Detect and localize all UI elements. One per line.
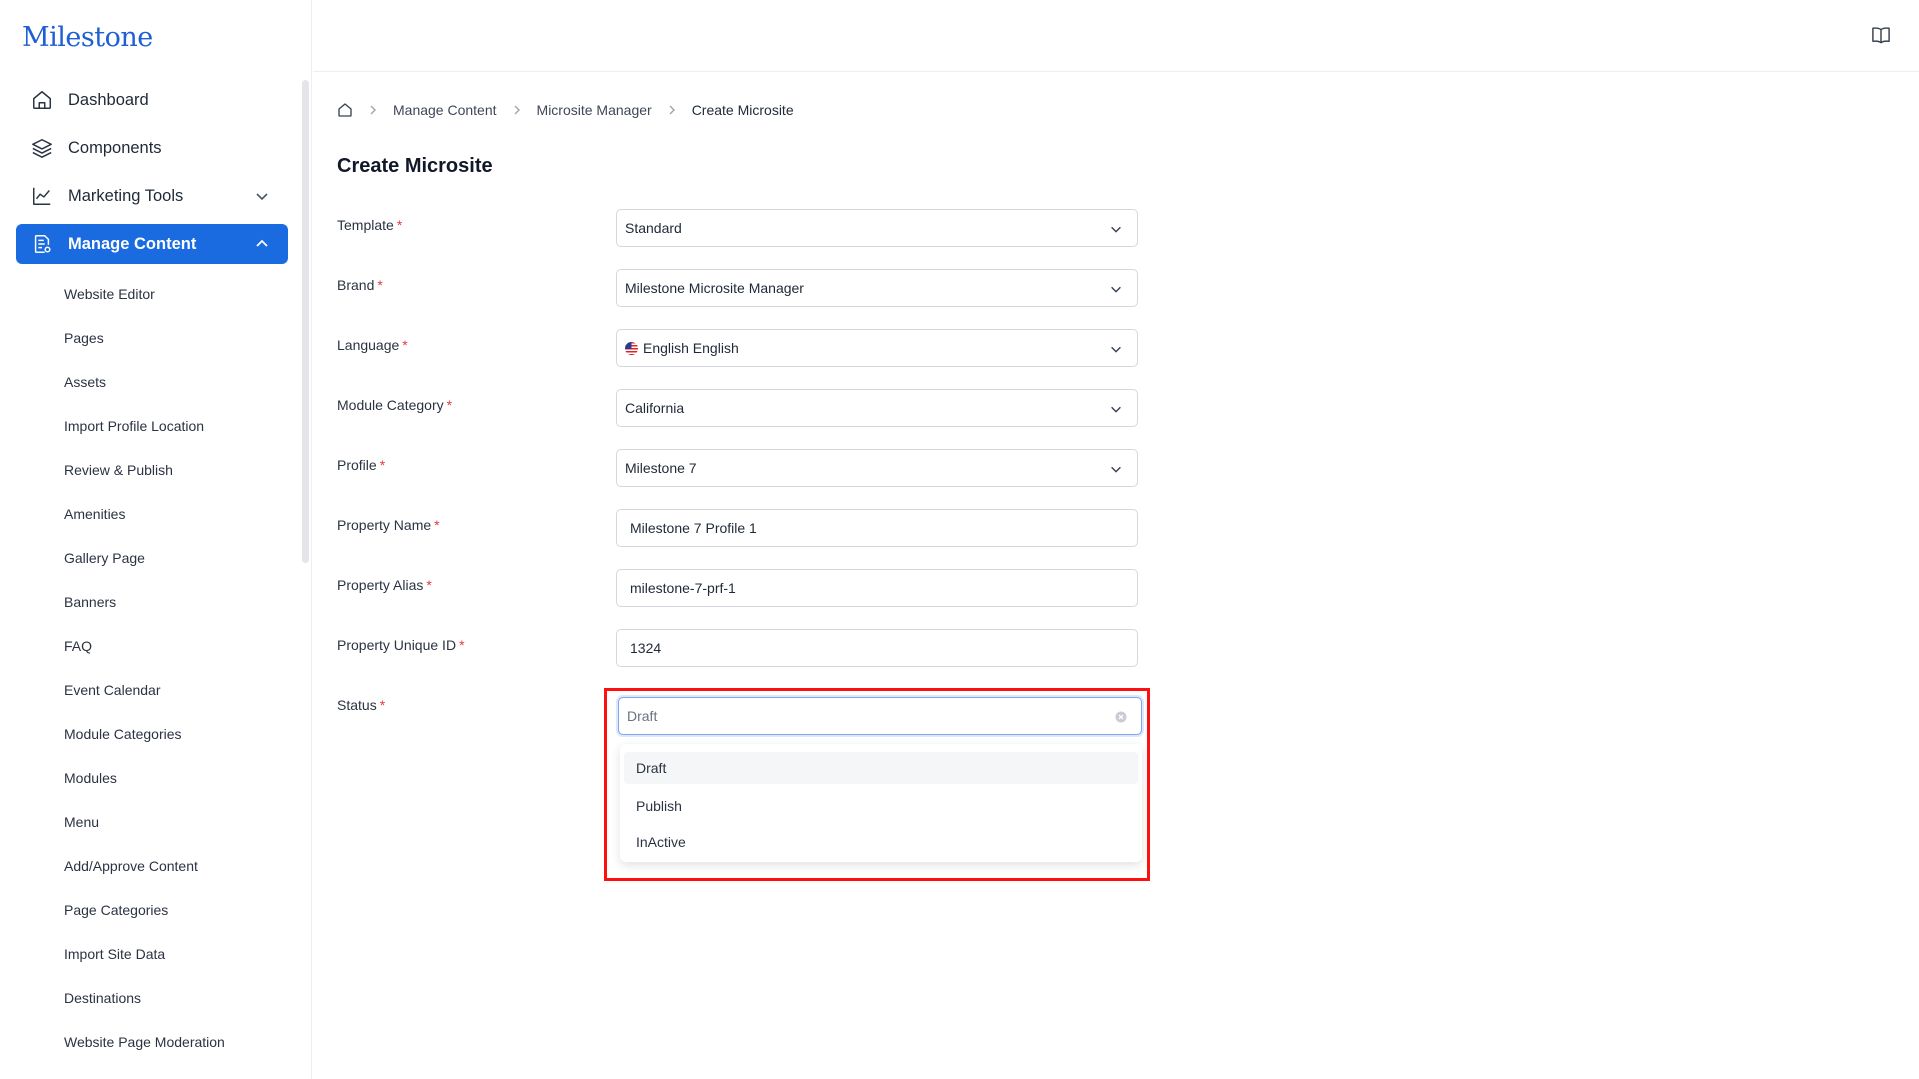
field-label: Property Alias * (337, 577, 432, 593)
sidebar-subitem-assets[interactable]: Assets (64, 364, 294, 408)
home-icon (30, 88, 54, 112)
select-value: Standard (625, 220, 682, 236)
field-label: Brand * (337, 277, 383, 293)
profile-select[interactable]: Milestone 7 (616, 449, 1138, 487)
sidebar-subitem-review-publish[interactable]: Review & Publish (64, 452, 294, 496)
form-row-profile: Profile * Milestone 7 (337, 449, 1138, 497)
chevron-right-icon (514, 105, 520, 115)
property-unique-id-input[interactable]: 1324 (616, 629, 1138, 667)
sidebar-subitem-banners[interactable]: Banners (64, 584, 294, 628)
breadcrumb-microsite-manager[interactable]: Microsite Manager (537, 102, 652, 118)
form-row-brand: Brand * Milestone Microsite Manager (337, 269, 1138, 317)
chevron-down-icon (1111, 286, 1121, 293)
sidebar-subitem-add-approve-content[interactable]: Add/Approve Content (64, 848, 294, 892)
sidebar-subitem-import-profile-location[interactable]: Import Profile Location (64, 408, 294, 452)
form-row-language: Language * English English (337, 329, 1138, 377)
input-value: 1324 (630, 640, 662, 656)
us-flag-icon (625, 341, 638, 355)
input-value: milestone-7-prf-1 (630, 580, 736, 596)
sidebar-subitem-faq[interactable]: FAQ (64, 628, 294, 672)
property-alias-input[interactable]: milestone-7-prf-1 (616, 569, 1138, 607)
sidebar-item-label: Manage Content (68, 234, 197, 253)
language-select[interactable]: English English (616, 329, 1138, 367)
status-option-publish[interactable]: Publish (624, 788, 1138, 824)
sidebar-item-label: Components (68, 138, 162, 157)
status-dropdown-menu: Draft Publish InActive (620, 744, 1142, 862)
sidebar-subitem-gallery-page[interactable]: Gallery Page (64, 540, 294, 584)
form-row-property-name: Property Name * Milestone 7 Profile 1 (337, 509, 1138, 557)
chart-line-icon (30, 184, 54, 208)
field-label: Status * (337, 697, 386, 713)
sidebar-subitem-import-site-data[interactable]: Import Site Data (64, 936, 294, 980)
sidebar-item-dashboard[interactable]: Dashboard (16, 80, 288, 120)
status-option-draft[interactable]: Draft (624, 752, 1138, 784)
chevron-down-icon (1111, 466, 1121, 473)
sidebar-subitem-event-calendar[interactable]: Event Calendar (64, 672, 294, 716)
status-select[interactable]: Draft (618, 697, 1142, 735)
sidebar-subitem-website-page-moderation[interactable]: Website Page Moderation (64, 1024, 294, 1068)
field-label: Template * (337, 217, 403, 233)
chevron-right-icon (370, 105, 376, 115)
sidebar-item-marketing-tools[interactable]: Marketing Tools (16, 176, 288, 216)
form-row-template: Template * Standard (337, 209, 1138, 257)
sidebar-subitem-destinations[interactable]: Destinations (64, 980, 294, 1024)
module-category-select[interactable]: California (616, 389, 1138, 427)
sidebar-scrollbar[interactable] (302, 80, 309, 563)
select-value: English English (643, 340, 739, 356)
sidebar-subitem-page-categories[interactable]: Page Categories (64, 892, 294, 936)
app-logo[interactable]: Milestone (22, 22, 153, 53)
field-label: Property Name * (337, 517, 440, 533)
field-label: Module Category * (337, 397, 453, 413)
form-row-property-alias: Property Alias * milestone-7-prf-1 (337, 569, 1138, 617)
field-label: Language * (337, 337, 408, 353)
form-row-property-unique-id: Property Unique ID * 1324 (337, 629, 1138, 677)
sidebar: Milestone Dashboard Components Marketing… (0, 0, 312, 1079)
form-row-module-category: Module Category * California (337, 389, 1138, 437)
chevron-down-icon (1111, 406, 1121, 413)
sidebar-subitem-pages[interactable]: Pages (64, 320, 294, 364)
sidebar-subitem-module-categories[interactable]: Module Categories (64, 716, 294, 760)
select-value: Milestone Microsite Manager (625, 280, 804, 296)
sidebar-subitem-modules[interactable]: Modules (64, 760, 294, 804)
topbar (313, 0, 1919, 72)
select-value: Milestone 7 (625, 460, 697, 476)
template-select[interactable]: Standard (616, 209, 1138, 247)
chevron-down-icon (1111, 346, 1121, 353)
sidebar-subitem-menu[interactable]: Menu (64, 804, 294, 848)
select-value: Draft (627, 708, 658, 724)
form-row-status: Status * (337, 697, 607, 737)
document-settings-icon (30, 232, 54, 256)
sidebar-item-label: Marketing Tools (68, 186, 184, 205)
chevron-up-icon (256, 239, 268, 247)
breadcrumb: Manage Content Microsite Manager Create … (337, 100, 794, 120)
sidebar-subitem-website-editor[interactable]: Website Editor (64, 276, 294, 320)
sidebar-item-label: Dashboard (68, 90, 149, 109)
sidebar-subitem-amenities[interactable]: Amenities (64, 496, 294, 540)
chevron-right-icon (669, 105, 675, 115)
layers-icon (30, 136, 54, 160)
breadcrumb-create-microsite: Create Microsite (691, 102, 794, 118)
book-icon[interactable] (1871, 26, 1891, 44)
brand-select[interactable]: Milestone Microsite Manager (616, 269, 1138, 307)
field-label: Profile * (337, 457, 386, 473)
page-title: Create Microsite (337, 155, 493, 177)
breadcrumb-manage-content[interactable]: Manage Content (393, 102, 497, 118)
property-name-input[interactable]: Milestone 7 Profile 1 (616, 509, 1138, 547)
input-value: Milestone 7 Profile 1 (630, 520, 757, 536)
home-icon[interactable] (337, 102, 353, 118)
status-option-inactive[interactable]: InActive (624, 824, 1138, 860)
select-value: California (625, 400, 685, 416)
sidebar-item-manage-content[interactable]: Manage Content (16, 224, 288, 264)
field-label: Property Unique ID * (337, 637, 465, 653)
clear-icon[interactable] (1115, 711, 1127, 723)
chevron-down-icon (256, 193, 268, 201)
sidebar-item-components[interactable]: Components (16, 128, 288, 168)
chevron-down-icon (1111, 226, 1121, 233)
